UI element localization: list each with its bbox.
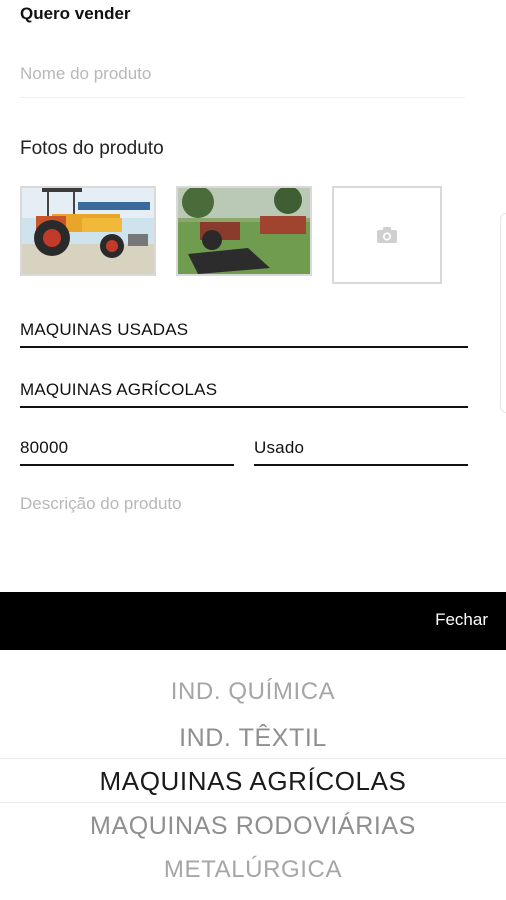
product-name-input[interactable]: Nome do produto (20, 54, 465, 98)
selection-divider-top (0, 758, 506, 759)
condition-field[interactable]: Usado (254, 432, 468, 466)
side-panel-edge (500, 213, 506, 413)
picker-option-selected[interactable]: MAQUINAS AGRÍCOLAS (0, 766, 506, 797)
description-input[interactable]: Descrição do produto (20, 494, 182, 514)
selection-divider-bottom (0, 802, 506, 803)
camera-icon (377, 227, 397, 243)
photos-label: Fotos do produto (20, 138, 164, 159)
close-button[interactable]: Fechar (435, 610, 488, 630)
price-field[interactable]: 80000 (20, 432, 234, 466)
add-photo-button[interactable] (332, 186, 442, 284)
product-photo-2[interactable] (176, 186, 312, 276)
page-title: Quero vender (20, 4, 131, 23)
picker-option[interactable]: IND. QUÍMICA (0, 678, 506, 706)
option-picker[interactable]: IND. QUÍMICA IND. TÊXTIL MAQUINAS AGRÍCO… (0, 650, 506, 900)
product-photo-1[interactable] (20, 186, 156, 276)
picker-option[interactable]: MAQUINAS RODOVIÁRIAS (0, 812, 506, 841)
category-field[interactable]: MAQUINAS USADAS (20, 314, 468, 348)
tractor-field-photo-icon (178, 188, 310, 274)
picker-toolbar: Fechar (0, 592, 506, 650)
subcategory-field[interactable]: MAQUINAS AGRÍCOLAS (20, 374, 468, 408)
picker-option[interactable]: METALÚRGICA (0, 856, 506, 884)
picker-option[interactable]: IND. TÊXTIL (0, 724, 506, 753)
tractor-photo-icon (22, 188, 154, 274)
